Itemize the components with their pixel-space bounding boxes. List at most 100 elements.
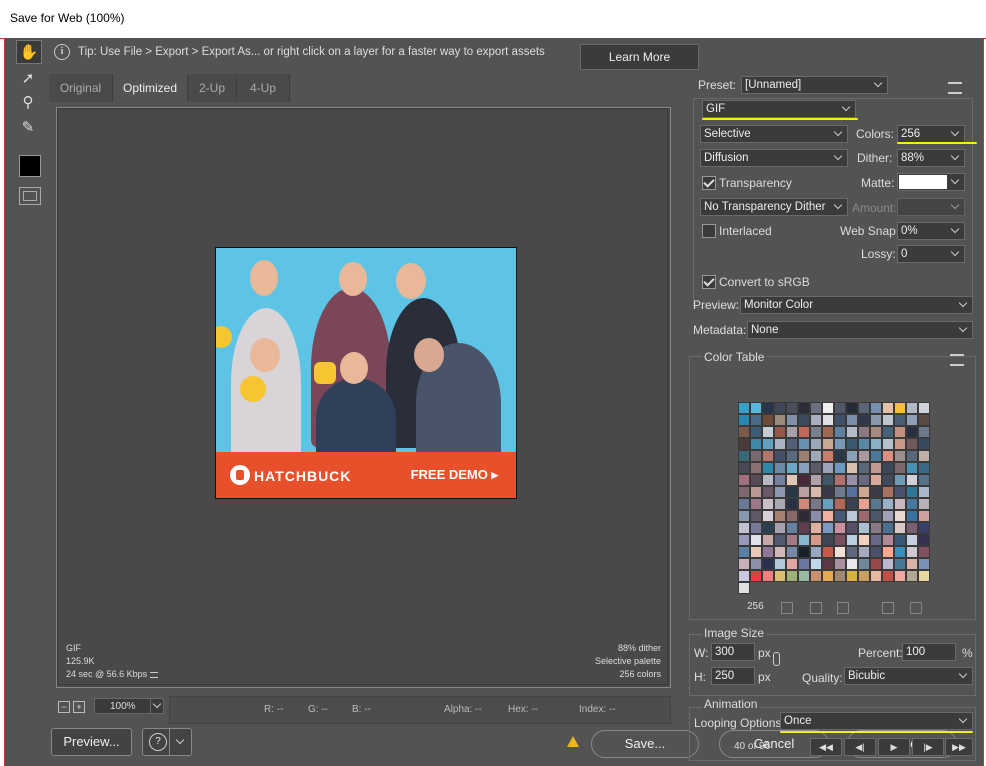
- color-swatch-cell[interactable]: [822, 414, 834, 426]
- trash-icon[interactable]: [910, 602, 922, 614]
- color-swatch-cell[interactable]: [846, 546, 858, 558]
- color-swatch-cell[interactable]: [738, 558, 750, 570]
- color-swatch-cell[interactable]: [846, 474, 858, 486]
- color-swatch-cell[interactable]: [774, 546, 786, 558]
- preview-button[interactable]: Preview...: [51, 728, 132, 756]
- color-swatch-cell[interactable]: [894, 522, 906, 534]
- color-swatch-cell[interactable]: [822, 510, 834, 522]
- color-swatch-cell[interactable]: [846, 558, 858, 570]
- color-swatch-cell[interactable]: [786, 570, 798, 582]
- color-swatch-cell[interactable]: [834, 426, 846, 438]
- color-swatch-cell[interactable]: [738, 402, 750, 414]
- color-swatch-cell[interactable]: [774, 522, 786, 534]
- color-swatch-cell[interactable]: [822, 462, 834, 474]
- tab-optimized[interactable]: Optimized: [113, 74, 188, 102]
- color-swatch-cell[interactable]: [810, 510, 822, 522]
- map-transparent-icon[interactable]: [781, 602, 793, 614]
- color-swatch-cell[interactable]: [858, 510, 870, 522]
- color-swatch-cell[interactable]: [870, 546, 882, 558]
- color-swatch-cell[interactable]: [810, 546, 822, 558]
- zoom-in-button[interactable]: +: [73, 701, 85, 713]
- color-swatch-cell[interactable]: [798, 414, 810, 426]
- preview-color-dropdown[interactable]: Monitor Color: [740, 296, 973, 314]
- color-swatch-cell[interactable]: [762, 402, 774, 414]
- metadata-dropdown[interactable]: None: [747, 321, 973, 339]
- zoom-out-button[interactable]: −: [58, 701, 70, 713]
- color-swatch-cell[interactable]: [786, 414, 798, 426]
- color-swatch-cell[interactable]: [834, 462, 846, 474]
- color-swatch-cell[interactable]: [882, 570, 894, 582]
- color-swatch-cell[interactable]: [774, 558, 786, 570]
- color-swatch-cell[interactable]: [906, 498, 918, 510]
- color-swatch-cell[interactable]: [786, 534, 798, 546]
- color-swatch-cell[interactable]: [882, 558, 894, 570]
- color-swatch-cell[interactable]: [738, 522, 750, 534]
- color-swatch-cell[interactable]: [918, 558, 930, 570]
- color-swatch-cell[interactable]: [798, 522, 810, 534]
- color-swatch-cell[interactable]: [870, 510, 882, 522]
- color-swatch-cell[interactable]: [882, 426, 894, 438]
- color-swatch-cell[interactable]: [762, 450, 774, 462]
- color-swatch-cell[interactable]: [822, 498, 834, 510]
- color-swatch-cell[interactable]: [834, 570, 846, 582]
- color-swatch-cell[interactable]: [894, 546, 906, 558]
- color-swatch-cell[interactable]: [786, 486, 798, 498]
- zoom-icon[interactable]: ⚲: [16, 91, 40, 113]
- color-swatch-cell[interactable]: [750, 510, 762, 522]
- transparency-dither-dropdown[interactable]: No Transparency Dither: [700, 198, 848, 216]
- color-swatch-cell[interactable]: [762, 546, 774, 558]
- color-swatch-cell[interactable]: [894, 402, 906, 414]
- width-field[interactable]: 300: [711, 643, 755, 661]
- color-swatch-cell[interactable]: [798, 426, 810, 438]
- color-swatch-cell[interactable]: [846, 534, 858, 546]
- color-swatch-cell[interactable]: [810, 402, 822, 414]
- save-button[interactable]: Save...: [591, 730, 699, 758]
- color-swatch-cell[interactable]: [762, 474, 774, 486]
- color-swatch-cell[interactable]: [882, 486, 894, 498]
- color-swatch-cell[interactable]: [846, 570, 858, 582]
- color-swatch-cell[interactable]: [762, 486, 774, 498]
- color-swatch-cell[interactable]: [906, 486, 918, 498]
- color-swatch-cell[interactable]: [822, 546, 834, 558]
- color-swatch-cell[interactable]: [882, 474, 894, 486]
- color-swatch-cell[interactable]: [810, 438, 822, 450]
- color-swatch-cell[interactable]: [858, 486, 870, 498]
- color-swatch-cell[interactable]: [846, 450, 858, 462]
- color-swatch-cell[interactable]: [846, 426, 858, 438]
- format-dropdown[interactable]: GIF: [702, 100, 856, 118]
- color-swatch-cell[interactable]: [798, 438, 810, 450]
- color-swatch-cell[interactable]: [822, 450, 834, 462]
- color-swatch-cell[interactable]: [750, 402, 762, 414]
- color-swatch-cell[interactable]: [858, 570, 870, 582]
- last-frame-button[interactable]: ▶▶: [945, 738, 973, 756]
- slice-select-icon[interactable]: ➚: [16, 67, 40, 89]
- dither-algorithm-dropdown[interactable]: Diffusion: [700, 149, 848, 167]
- color-swatch-cell[interactable]: [798, 546, 810, 558]
- color-swatch-cell[interactable]: [882, 546, 894, 558]
- color-swatch-cell[interactable]: [858, 498, 870, 510]
- color-swatch-cell[interactable]: [834, 498, 846, 510]
- color-swatch-cell[interactable]: [774, 450, 786, 462]
- color-swatch-cell[interactable]: [918, 510, 930, 522]
- first-frame-button[interactable]: ◀◀: [810, 738, 842, 756]
- color-swatch-cell[interactable]: [906, 522, 918, 534]
- color-swatch-cell[interactable]: [906, 546, 918, 558]
- color-swatch-cell[interactable]: [906, 402, 918, 414]
- color-swatch-cell[interactable]: [738, 582, 750, 594]
- color-swatch-cell[interactable]: [894, 486, 906, 498]
- color-swatch-cell[interactable]: [870, 450, 882, 462]
- color-swatch-cell[interactable]: [738, 570, 750, 582]
- color-swatch-cell[interactable]: [846, 486, 858, 498]
- color-swatch-cell[interactable]: [918, 438, 930, 450]
- color-swatch-cell[interactable]: [918, 414, 930, 426]
- color-swatch-cell[interactable]: [870, 534, 882, 546]
- color-swatch-cell[interactable]: [870, 522, 882, 534]
- color-swatch-cell[interactable]: [906, 558, 918, 570]
- color-swatch-cell[interactable]: [738, 450, 750, 462]
- web-snap-field[interactable]: 0%: [897, 222, 965, 240]
- color-swatch-cell[interactable]: [786, 498, 798, 510]
- color-swatch-cell[interactable]: [834, 402, 846, 414]
- color-swatch-cell[interactable]: [738, 486, 750, 498]
- color-swatch-cell[interactable]: [918, 534, 930, 546]
- amount-field[interactable]: [897, 198, 965, 216]
